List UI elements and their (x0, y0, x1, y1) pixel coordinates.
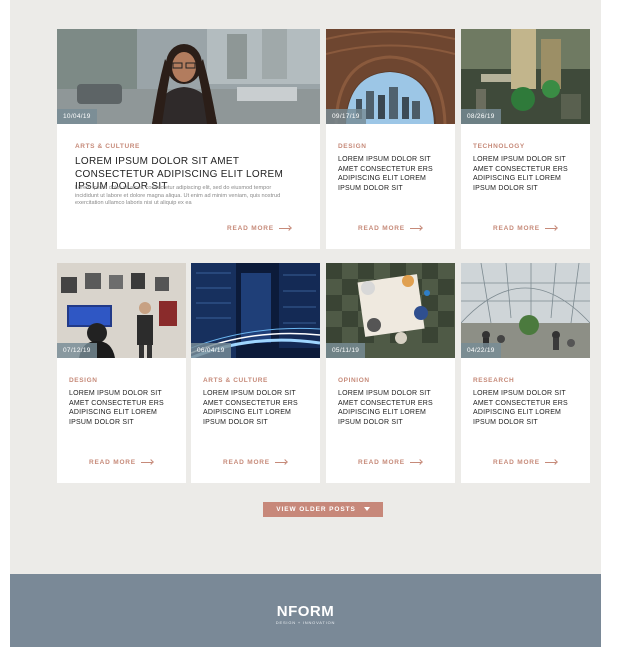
arrow-right-icon (278, 226, 292, 231)
read-more-link[interactable]: READ MORE (493, 225, 558, 232)
post-image[interactable]: 07/12/19 (57, 263, 186, 358)
footer-tagline: DESIGN + INNOVATION (275, 620, 336, 625)
featured-post-card[interactable]: 10/04/19 ARTS & CULTURE LOREM IPSUM DOLO… (57, 29, 320, 249)
post-date: 07/12/19 (57, 343, 97, 358)
post-image[interactable]: 04/22/19 (461, 263, 590, 358)
arrow-right-icon (274, 460, 288, 465)
read-more-label: READ MORE (493, 225, 540, 232)
read-more-link[interactable]: READ MORE (227, 225, 292, 232)
view-older-posts-label: VIEW OLDER POSTS (276, 506, 356, 513)
page-background: 10/04/19 ARTS & CULTURE LOREM IPSUM DOLO… (10, 0, 601, 647)
post-image[interactable]: 06/04/19 (191, 263, 320, 358)
read-more-label: READ MORE (227, 225, 274, 232)
read-more-label: READ MORE (358, 459, 405, 466)
footer-logo[interactable]: NFORM (10, 603, 601, 620)
post-date: 09/17/19 (326, 109, 366, 124)
read-more-label: READ MORE (493, 459, 540, 466)
post-date: 10/04/19 (57, 109, 97, 124)
post-title[interactable]: LOREM IPSUM DOLOR SIT AMET CONSECTETUR E… (338, 389, 446, 427)
post-card[interactable]: 08/26/19 TECHNOLOGY LOREM IPSUM DOLOR SI… (461, 29, 590, 249)
post-image[interactable]: 05/11/19 (326, 263, 455, 358)
post-card[interactable]: 04/22/19 RESEARCH LOREM IPSUM DOLOR SIT … (461, 263, 590, 483)
read-more-label: READ MORE (89, 459, 136, 466)
read-more-link[interactable]: READ MORE (493, 459, 558, 466)
read-more-link[interactable]: READ MORE (358, 459, 423, 466)
post-category[interactable]: ARTS & CULTURE (203, 377, 268, 384)
arrow-right-icon (409, 460, 423, 465)
arrow-right-icon (544, 460, 558, 465)
caret-down-icon (363, 507, 370, 512)
post-title[interactable]: LOREM IPSUM DOLOR SIT AMET CONSECTETUR E… (473, 155, 581, 193)
read-more-label: READ MORE (358, 225, 405, 232)
read-more-link[interactable]: READ MORE (89, 459, 154, 466)
view-older-posts-button[interactable]: VIEW OLDER POSTS (263, 502, 383, 517)
post-image[interactable]: 09/17/19 (326, 29, 455, 124)
post-card[interactable]: 09/17/19 DESIGN LOREM IPSUM DOLOR SIT AM… (326, 29, 455, 249)
post-title[interactable]: LOREM IPSUM DOLOR SIT AMET CONSECTETUR E… (338, 155, 446, 193)
post-category[interactable]: RESEARCH (473, 377, 514, 384)
post-date: 08/26/19 (461, 109, 501, 124)
post-category[interactable]: DESIGN (69, 377, 98, 384)
post-image[interactable]: 08/26/19 (461, 29, 590, 124)
read-more-label: READ MORE (223, 459, 270, 466)
post-category[interactable]: OPINION (338, 377, 370, 384)
post-card[interactable]: 07/12/19 DESIGN LOREM IPSUM DOLOR SIT AM… (57, 263, 186, 483)
read-more-link[interactable]: READ MORE (358, 225, 423, 232)
post-date: 06/04/19 (191, 343, 231, 358)
post-category[interactable]: TECHNOLOGY (473, 143, 525, 150)
read-more-link[interactable]: READ MORE (223, 459, 288, 466)
arrow-right-icon (140, 460, 154, 465)
post-card[interactable]: 05/11/19 OPINION LOREM IPSUM DOLOR SIT A… (326, 263, 455, 483)
post-title[interactable]: LOREM IPSUM DOLOR SIT AMET CONSECTETUR E… (69, 389, 177, 427)
post-category[interactable]: ARTS & CULTURE (75, 143, 140, 150)
post-image[interactable]: 10/04/19 (57, 29, 320, 124)
arrow-right-icon (544, 226, 558, 231)
post-category[interactable]: DESIGN (338, 143, 367, 150)
post-excerpt: Lorem ipsum dolor sit amet, consectetur … (75, 185, 281, 207)
post-date: 04/22/19 (461, 343, 501, 358)
post-title[interactable]: LOREM IPSUM DOLOR SIT AMET CONSECTETUR E… (203, 389, 311, 427)
post-card[interactable]: 06/04/19 ARTS & CULTURE LOREM IPSUM DOLO… (191, 263, 320, 483)
post-title[interactable]: LOREM IPSUM DOLOR SIT AMET CONSECTETUR E… (473, 389, 581, 427)
arrow-right-icon (409, 226, 423, 231)
post-date: 05/11/19 (326, 343, 366, 358)
